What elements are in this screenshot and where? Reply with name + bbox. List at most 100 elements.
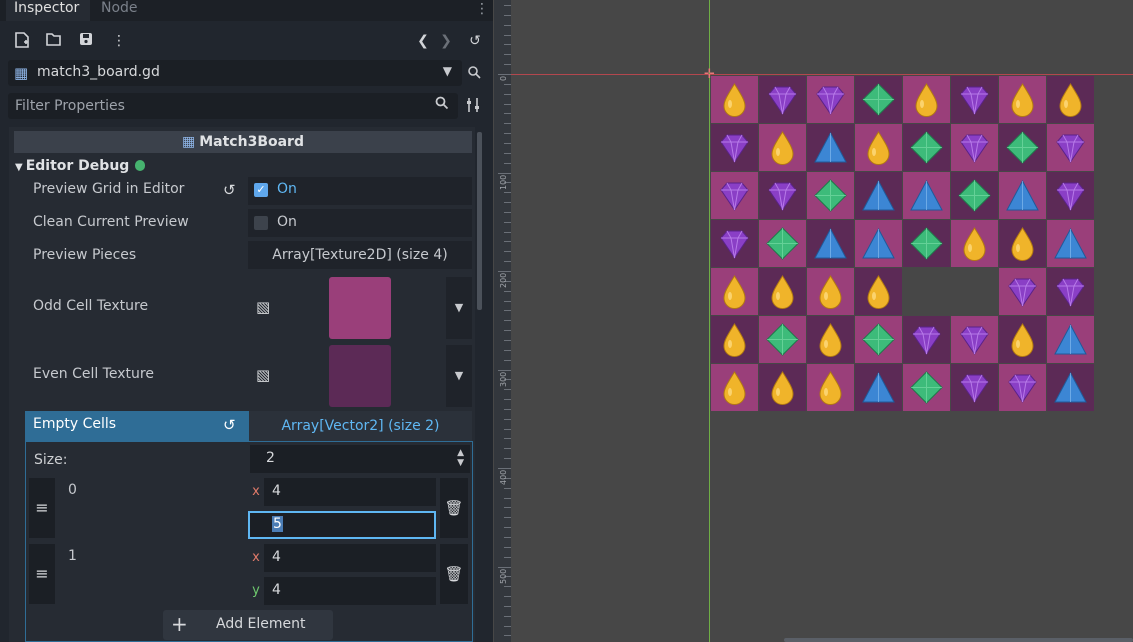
board-cell bbox=[999, 268, 1046, 315]
vector-y-field[interactable]: y 4 bbox=[248, 577, 436, 605]
odd-cell-texture-preview[interactable] bbox=[329, 277, 391, 339]
ruler-tick bbox=[504, 44, 511, 46]
ruler-tick bbox=[504, 261, 511, 263]
board-cell bbox=[1047, 172, 1094, 219]
chevron-left-icon[interactable]: ❮ bbox=[414, 32, 432, 50]
drag-handle-icon[interactable]: ≡ bbox=[29, 544, 55, 604]
size-spinbox[interactable]: 2 ▲ ▼ bbox=[250, 445, 470, 473]
ruler-tick bbox=[504, 428, 511, 430]
vector-x-value: 4 bbox=[272, 549, 281, 565]
array-editor: Size: 2 ▲ ▼ ≡ 0 x 4 5 🗑 ≡ 1 x 4 y 4 🗑 + … bbox=[25, 441, 473, 642]
ruler-tick bbox=[504, 635, 511, 637]
ruler-label: 0 bbox=[499, 75, 508, 81]
vertical-ruler: 0 100 200 300 400 500 bbox=[494, 0, 511, 642]
empty-cells-value[interactable]: Array[Vector2] (size 2) bbox=[249, 411, 472, 441]
ruler-tick bbox=[504, 162, 511, 164]
ruler-tick bbox=[504, 507, 511, 509]
odd-cell-label: Odd Cell Texture bbox=[33, 298, 149, 314]
script-grid-icon: ▦ bbox=[14, 64, 29, 82]
board-cell bbox=[951, 220, 998, 267]
board-cell bbox=[855, 316, 902, 363]
new-resource-icon[interactable] bbox=[13, 32, 31, 50]
ruler-tick bbox=[504, 546, 511, 548]
board-cell bbox=[1047, 316, 1094, 363]
board-cell bbox=[855, 124, 902, 171]
board-cell bbox=[711, 124, 758, 171]
ruler-tick bbox=[504, 418, 511, 420]
script-resource-picker[interactable]: ▦ match3_board.gd ▼ bbox=[8, 60, 462, 86]
board-cell bbox=[903, 364, 950, 411]
preview-grid-value: On bbox=[277, 181, 297, 197]
board-cell bbox=[807, 172, 854, 219]
script-grid-icon: ▦ bbox=[182, 134, 196, 150]
history-icon[interactable]: ↺ bbox=[466, 32, 484, 50]
inspector-toolbar: ⋮ ❮ ❯ ↺ bbox=[0, 28, 493, 54]
preview-pieces-value[interactable]: Array[Texture2D] (size 4) bbox=[248, 241, 472, 269]
ruler-tick bbox=[504, 133, 511, 135]
canvas-viewport[interactable]: 0 100 200 300 400 500 ✛ bbox=[494, 0, 1133, 642]
tab-inspector[interactable]: Inspector bbox=[6, 0, 90, 21]
save-icon[interactable] bbox=[77, 32, 95, 50]
documentation-icon[interactable] bbox=[466, 64, 484, 85]
ruler-tick bbox=[504, 142, 511, 144]
ruler-tick bbox=[504, 24, 511, 26]
ruler-tick bbox=[504, 448, 511, 450]
vertical-guide bbox=[709, 0, 710, 642]
ruler-tick bbox=[504, 359, 511, 361]
ruler-label: 500 bbox=[499, 568, 508, 584]
axis-x-label: x bbox=[248, 478, 264, 506]
ruler-tick bbox=[504, 586, 511, 588]
ruler-tick bbox=[504, 497, 511, 499]
filter-properties-input[interactable] bbox=[8, 93, 428, 119]
revert-icon[interactable]: ↺ bbox=[223, 416, 236, 434]
trash-icon[interactable]: 🗑 bbox=[440, 478, 468, 538]
chevron-down-icon[interactable]: ▼ bbox=[446, 277, 472, 339]
ruler-tick bbox=[504, 625, 511, 627]
spinner-arrows-icon[interactable]: ▲ ▼ bbox=[457, 448, 464, 468]
vector-x-field[interactable]: x 4 bbox=[248, 544, 436, 572]
ruler-tick bbox=[504, 103, 511, 105]
folder-open-icon[interactable] bbox=[45, 32, 63, 50]
chevron-right-icon[interactable]: ❯ bbox=[437, 32, 455, 50]
dock-tabs: Inspector Node ⋮ bbox=[0, 0, 493, 21]
plus-icon: + bbox=[171, 612, 188, 636]
inspector-panel: Inspector Node ⋮ ⋮ ❮ ❯ ↺ ▦ match3_board.… bbox=[0, 0, 493, 642]
tab-node[interactable]: Node bbox=[93, 0, 146, 21]
ruler-tick bbox=[498, 566, 511, 568]
board-cell bbox=[759, 364, 806, 411]
add-element-button[interactable]: + Add Element bbox=[163, 610, 333, 640]
preview-grid-checkbox[interactable]: ✓ bbox=[254, 183, 268, 197]
dock-menu-icon[interactable]: ⋮ bbox=[475, 1, 489, 17]
chevron-down-icon[interactable]: ▼ bbox=[446, 345, 472, 407]
even-cell-texture-preview[interactable] bbox=[329, 345, 391, 407]
ruler-tick bbox=[504, 399, 511, 401]
horizontal-scrollbar[interactable] bbox=[784, 638, 1133, 642]
chevron-down-icon[interactable]: ▼ bbox=[443, 64, 452, 78]
board-cell bbox=[711, 76, 758, 123]
board-cell bbox=[855, 172, 902, 219]
inspector-scrollbar[interactable] bbox=[477, 132, 482, 310]
board-cell bbox=[855, 220, 902, 267]
texture-load-icon[interactable]: ▧ bbox=[256, 298, 270, 316]
board-cell bbox=[999, 220, 1046, 267]
empty-cells-header[interactable]: Empty Cells ↺ bbox=[25, 411, 249, 441]
kebab-menu-icon[interactable]: ⋮ bbox=[110, 32, 128, 50]
ruler-tick bbox=[504, 221, 511, 223]
vector-x-field[interactable]: x 4 bbox=[248, 478, 436, 506]
vector-y-field[interactable]: 5 bbox=[248, 511, 436, 539]
trash-icon[interactable]: 🗑 bbox=[440, 544, 468, 604]
property-tools-icon[interactable] bbox=[466, 97, 480, 117]
board-cell bbox=[759, 124, 806, 171]
clean-preview-checkbox[interactable] bbox=[254, 216, 268, 230]
board-cell bbox=[999, 76, 1046, 123]
board-cell bbox=[1047, 268, 1094, 315]
ruler-tick bbox=[504, 14, 511, 16]
board-cell bbox=[807, 268, 854, 315]
drag-handle-icon[interactable]: ≡ bbox=[29, 478, 55, 538]
board-cell bbox=[1047, 220, 1094, 267]
ruler-tick bbox=[504, 438, 511, 440]
board-cell bbox=[807, 316, 854, 363]
texture-load-icon[interactable]: ▧ bbox=[256, 366, 270, 384]
revert-icon[interactable]: ↺ bbox=[223, 181, 236, 199]
section-editor-debug[interactable]: ▼ Editor Debug bbox=[15, 155, 146, 177]
